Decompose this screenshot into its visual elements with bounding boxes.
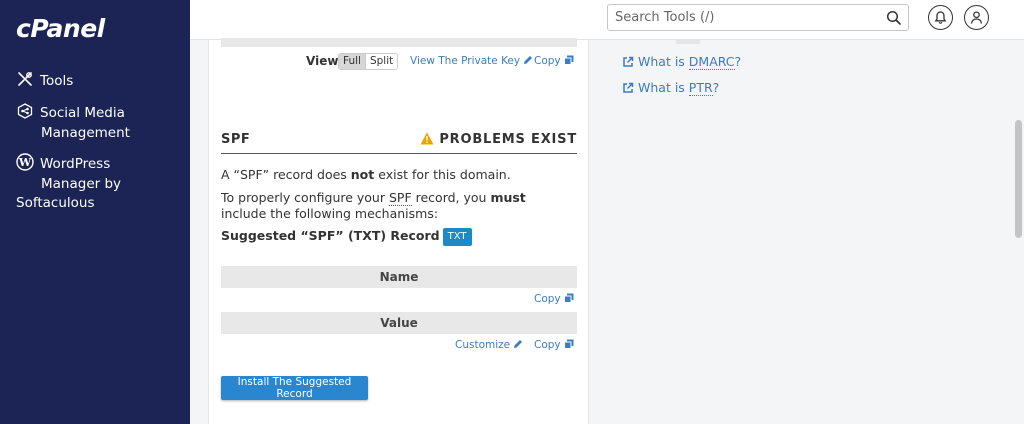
view-full-button[interactable]: Full	[339, 54, 366, 69]
external-link-icon	[623, 82, 634, 93]
top-header	[190, 0, 1024, 40]
social-media-icon	[17, 103, 33, 119]
warning-icon	[420, 132, 434, 145]
pencil-icon	[514, 340, 523, 348]
search-icon[interactable]	[886, 10, 902, 26]
value-copy-link[interactable]: Copy	[534, 339, 574, 351]
copy-icon	[563, 339, 574, 349]
external-link-icon	[623, 56, 634, 67]
tools-icon	[18, 72, 32, 86]
spf-status: PROBLEMS EXIST	[420, 132, 577, 147]
search-box[interactable]	[607, 4, 909, 31]
wordpress-icon: W	[16, 153, 34, 171]
what-is-dmarc-link[interactable]: What is DMARC?	[622, 54, 741, 70]
pencil-icon	[524, 56, 533, 64]
search-input[interactable]	[608, 5, 878, 30]
scrollbar-thumb[interactable]	[1015, 120, 1022, 238]
view-toggle[interactable]: Full Split	[338, 53, 399, 70]
sidebar: cPanel Tools Social Media Management W W…	[0, 0, 190, 424]
cut-off-element	[676, 40, 700, 44]
sidebar-item-social-media[interactable]: Social Media Management	[16, 102, 186, 143]
spf-section-header: SPF PROBLEMS EXIST	[221, 131, 577, 154]
sidebar-item-label: Social Media	[40, 105, 125, 121]
customize-link[interactable]: Customize	[455, 339, 523, 351]
cpanel-logo[interactable]: cPanel	[16, 14, 105, 43]
sidebar-item-label: Management	[41, 124, 130, 141]
install-suggested-record-button[interactable]: Install The Suggested Record	[221, 376, 368, 400]
what-is-ptr-link[interactable]: What is PTR?	[622, 80, 719, 96]
view-private-key-link[interactable]: View The Private Key	[410, 55, 533, 67]
user-menu-button[interactable]	[964, 5, 989, 30]
dkim-copy-link[interactable]: Copy	[534, 55, 574, 67]
copy-icon	[563, 293, 574, 303]
name-column-header: Name	[221, 266, 577, 288]
sidebar-item-label: WordPress	[40, 156, 111, 172]
notifications-button[interactable]	[928, 5, 953, 30]
txt-badge: TXT	[442, 228, 472, 246]
spf-missing-text: A “SPF” record does not exist for this d…	[221, 167, 511, 182]
sidebar-item-tools[interactable]: Tools	[16, 70, 73, 92]
bell-icon	[934, 11, 947, 24]
dkim-view-row: View: Full Split View The Private Key Co…	[221, 53, 577, 71]
spf-instructions-text: To properly configure your SPF record, y…	[221, 190, 526, 221]
user-icon	[970, 11, 983, 24]
svg-text:W: W	[18, 156, 32, 169]
view-split-button[interactable]: Split	[366, 54, 397, 69]
sidebar-item-label: Softaculous	[16, 195, 95, 211]
spf-title: SPF	[221, 132, 251, 147]
sidebar-item-label: Tools	[40, 73, 74, 89]
sidebar-item-label: Manager by	[41, 175, 122, 192]
dkim-value-header	[221, 38, 577, 47]
name-copy-link[interactable]: Copy	[534, 293, 574, 305]
copy-icon	[563, 55, 574, 65]
value-column-header: Value	[221, 312, 577, 334]
sidebar-item-wordpress[interactable]: W WordPress Manager by Softaculous	[16, 153, 186, 214]
suggested-spf-label: Suggested “SPF” (TXT) Record TXT	[221, 228, 472, 246]
